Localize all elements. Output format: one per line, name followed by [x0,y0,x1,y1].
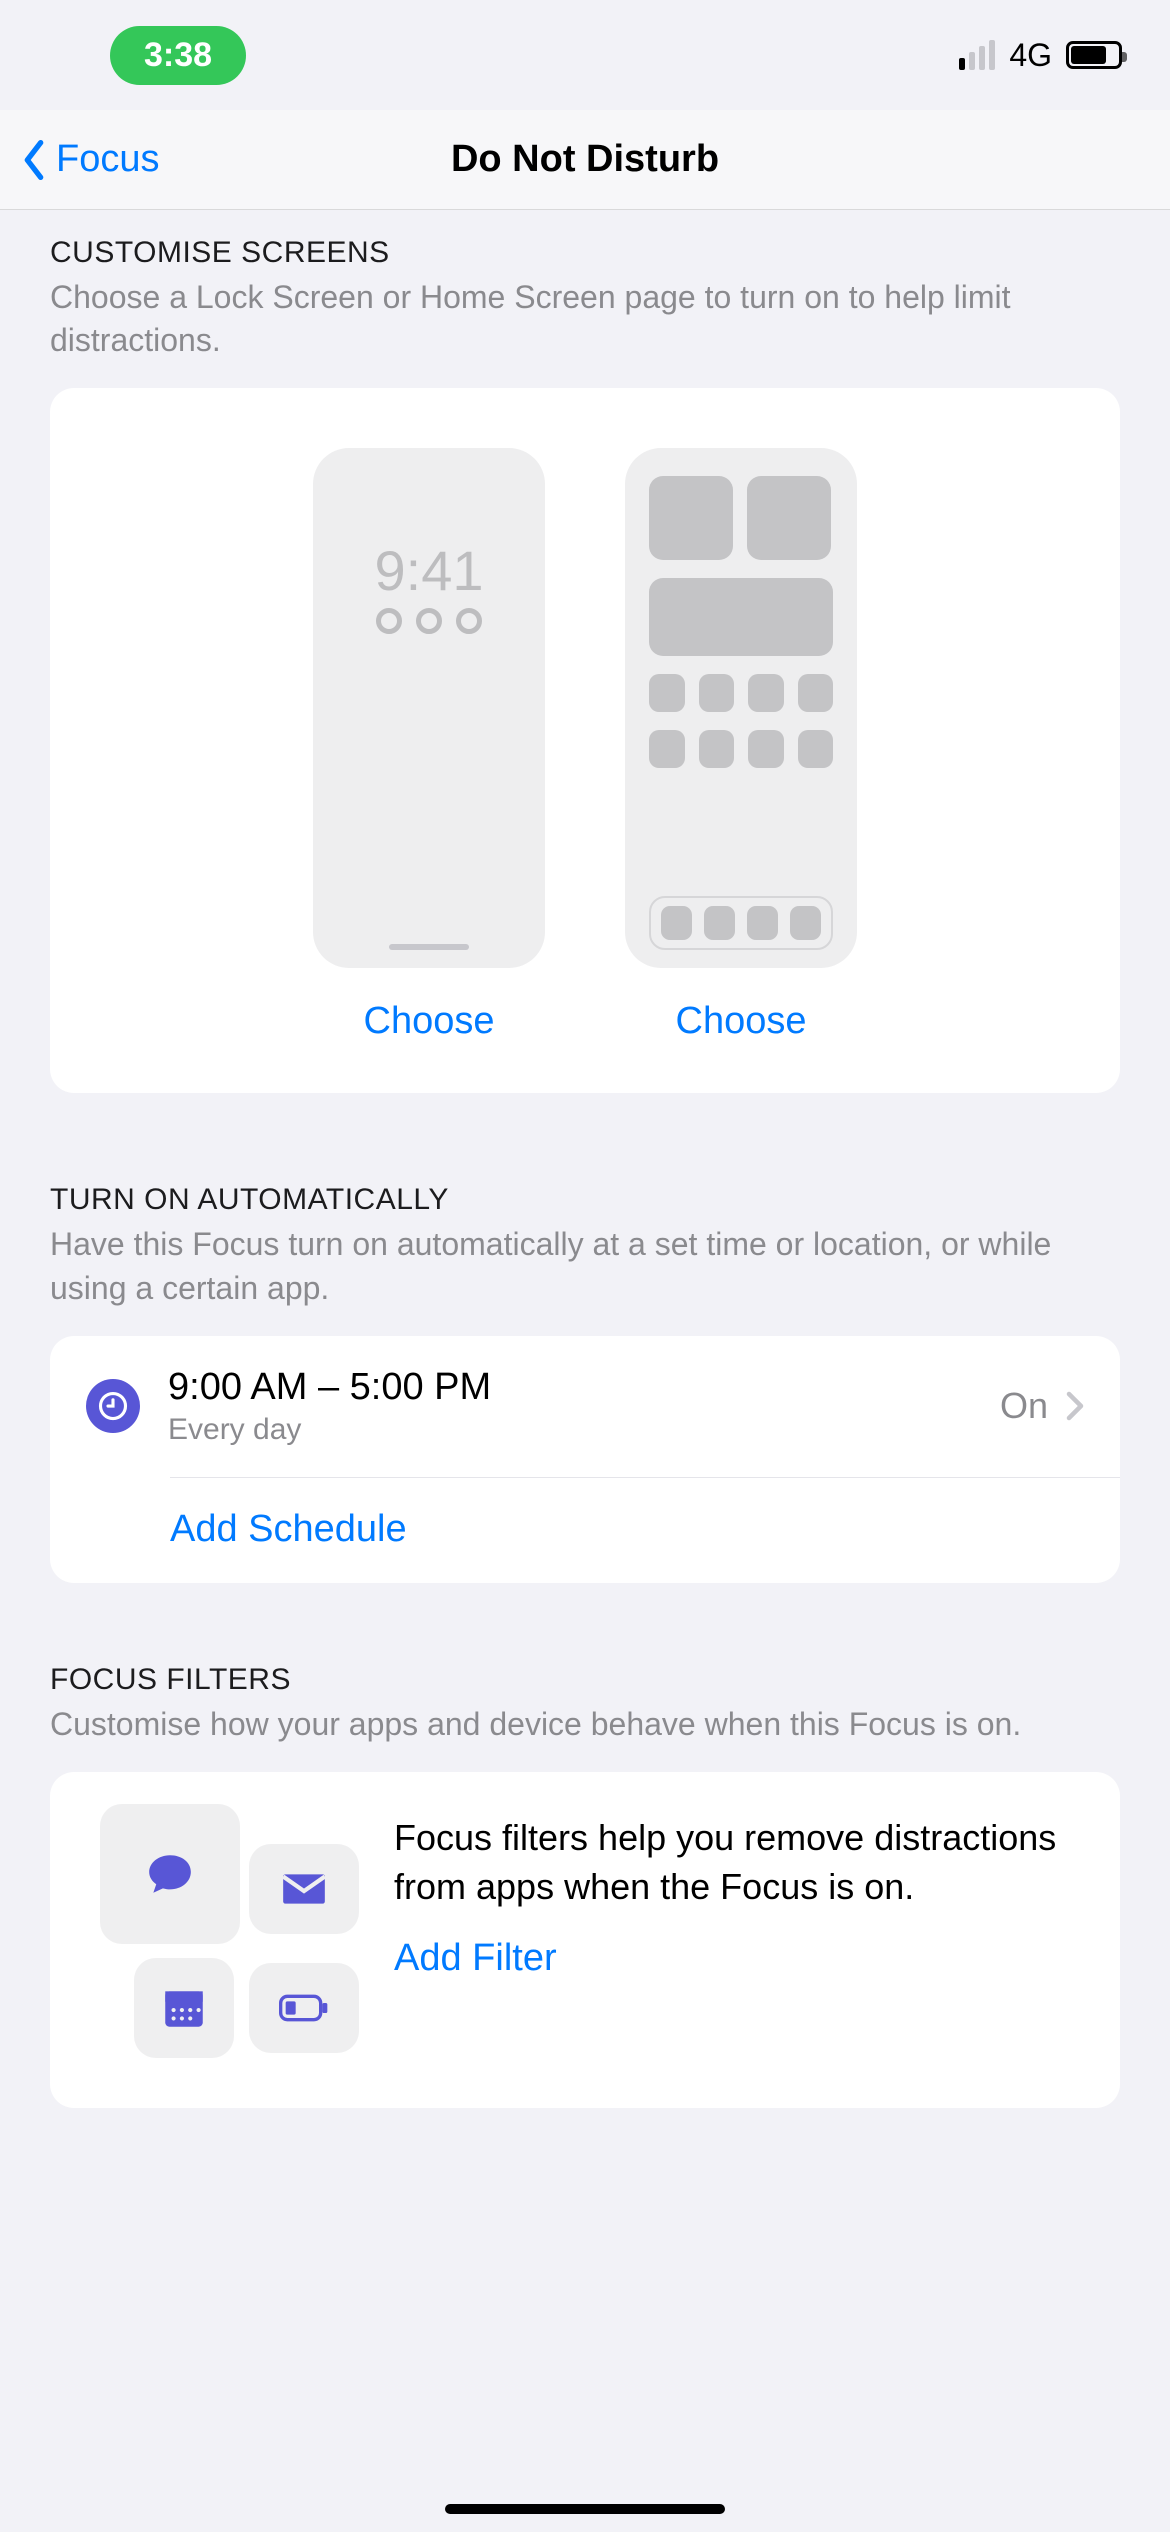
lock-screen-widgets-icon [313,608,545,634]
low-power-icon [249,1963,359,2053]
add-filter-button[interactable]: Add Filter [394,1937,1080,1980]
schedule-row[interactable]: 9:00 AM – 5:00 PM Every day On [50,1336,1120,1477]
cellular-signal-icon [959,40,995,70]
customise-screens-title: CUSTOMISE SCREENS [50,236,1120,270]
battery-icon [1066,41,1122,69]
status-bar: 3:38 4G [0,0,1170,110]
focus-filters-title: FOCUS FILTERS [50,1663,1120,1697]
choose-home-screen-button[interactable]: Choose [676,1000,807,1043]
add-schedule-button[interactable]: Add Schedule [50,1478,1120,1583]
customise-screens-subtitle: Choose a Lock Screen or Home Screen page… [50,276,1120,362]
lock-screen-column: 9:41 Choose [313,448,545,1043]
filter-icons-cluster [90,1814,354,2058]
customise-screens-header: CUSTOMISE SCREENS Choose a Lock Screen o… [0,210,1170,370]
lock-screen-time: 9:41 [313,538,545,603]
home-indicator-icon [389,944,469,950]
automation-header: TURN ON AUTOMATICALLY Have this Focus tu… [0,1093,1170,1317]
automation-title: TURN ON AUTOMATICALLY [50,1183,1120,1217]
calendar-icon [134,1958,234,2058]
schedule-repeat: Every day [168,1413,972,1447]
home-indicator[interactable] [445,2504,725,2514]
customise-screens-card: 9:41 Choose Choose [50,388,1120,1093]
status-right-cluster: 4G [959,37,1122,74]
focus-filters-header: FOCUS FILTERS Customise how your apps an… [0,1583,1170,1754]
messages-icon [100,1804,240,1944]
home-screen-column: Choose [625,448,857,1043]
chevron-left-icon [20,140,48,180]
back-button[interactable]: Focus [0,138,159,181]
focus-filters-card: Focus filters help you remove distractio… [50,1772,1120,2108]
focus-filters-description: Focus filters help you remove distractio… [394,1814,1080,1911]
schedule-state-label: On [1000,1385,1048,1427]
choose-lock-screen-button[interactable]: Choose [364,1000,495,1043]
network-type-label: 4G [1009,37,1052,74]
page-title: Do Not Disturb [0,138,1170,181]
chevron-right-icon [1066,1391,1084,1421]
home-screen-preview[interactable] [625,448,857,968]
mail-icon [249,1844,359,1934]
status-time-pill[interactable]: 3:38 [110,26,246,85]
focus-filters-subtitle: Customise how your apps and device behav… [50,1703,1120,1746]
clock-icon [86,1379,140,1433]
schedule-time-range: 9:00 AM – 5:00 PM [168,1366,972,1409]
navigation-bar: Focus Do Not Disturb [0,110,1170,210]
automation-card: 9:00 AM – 5:00 PM Every day On Add Sched… [50,1336,1120,1583]
lock-screen-preview[interactable]: 9:41 [313,448,545,968]
dock-icon [649,896,833,950]
back-label: Focus [56,138,159,181]
automation-subtitle: Have this Focus turn on automatically at… [50,1223,1120,1309]
